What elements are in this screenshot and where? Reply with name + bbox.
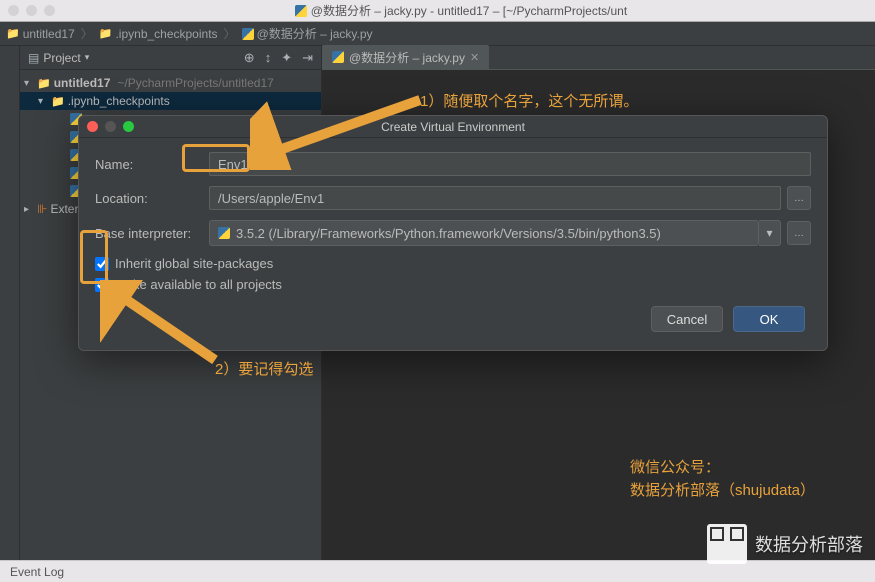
interpreter-label: Base interpreter: [95, 226, 209, 241]
window-title-text: @数据分析 – jacky.py - untitled17 – [~/Pycha… [311, 2, 627, 19]
expand-icon[interactable]: ▾ [38, 96, 48, 107]
zoom-icon[interactable] [44, 5, 55, 16]
name-label: Name: [95, 157, 209, 172]
name-input[interactable] [209, 152, 811, 176]
create-venv-dialog: Create Virtual Environment Name: Locatio… [78, 115, 828, 351]
python-icon [242, 28, 254, 40]
python-icon [295, 5, 307, 17]
brand-watermark: 数据分析部落 [707, 524, 863, 564]
close-icon[interactable] [8, 5, 19, 16]
folder-icon: 📁 [51, 95, 65, 108]
python-icon [332, 51, 344, 63]
hide-icon[interactable]: ⇥ [302, 50, 313, 66]
dropdown-icon[interactable]: ▾ [85, 52, 90, 63]
breadcrumb-file[interactable]: @数据分析 – jacky.py [242, 25, 373, 42]
close-tab-icon[interactable]: ✕ [470, 51, 479, 64]
annotation-wechat: 微信公众号： 数据分析部落（shujudata） [630, 457, 815, 502]
tree-project-root[interactable]: ▾ 📁 untitled17 ~/PycharmProjects/untitle… [20, 74, 321, 92]
expand-icon[interactable]: ▸ [24, 204, 34, 215]
chevron-right-icon: 〉 [224, 25, 236, 42]
python-icon [218, 227, 230, 239]
folder-icon: 📁 [37, 77, 51, 90]
editor-tabs: @数据分析 – jacky.py ✕ [322, 46, 875, 70]
location-label: Location: [95, 191, 209, 206]
scroll-icon[interactable]: ↕ [265, 50, 272, 66]
browse-location-button[interactable]: … [787, 186, 811, 210]
breadcrumb-folder[interactable]: 📁.ipynb_checkpoints [99, 27, 218, 41]
traffic-lights [8, 5, 55, 16]
collapse-icon[interactable]: ⊕ [244, 50, 255, 66]
window-title: @数据分析 – jacky.py - untitled17 – [~/Pycha… [55, 2, 867, 19]
cancel-button[interactable]: Cancel [651, 306, 723, 332]
available-all-checkbox[interactable] [95, 278, 109, 292]
interpreter-dropdown-button[interactable]: ▾ [759, 220, 781, 246]
library-icon: ⊪ [37, 202, 47, 216]
qr-code-icon [707, 524, 747, 564]
tree-checkpoints[interactable]: ▾ 📁 .ipynb_checkpoints [20, 92, 321, 110]
left-gutter [0, 46, 20, 560]
chevron-right-icon: 〉 [81, 25, 93, 42]
tab-label: @数据分析 – jacky.py [349, 49, 465, 66]
expand-icon[interactable]: ▾ [24, 78, 34, 89]
minimize-icon[interactable] [26, 5, 37, 16]
browse-interpreter-button[interactable]: … [787, 221, 811, 245]
project-view-icon[interactable]: ▤ [28, 51, 39, 65]
sidebar-title[interactable]: Project [43, 51, 80, 65]
editor-tab-active[interactable]: @数据分析 – jacky.py ✕ [322, 45, 489, 69]
location-input[interactable] [209, 186, 781, 210]
brand-label: 数据分析部落 [755, 531, 863, 557]
inherit-checkbox[interactable] [95, 257, 109, 271]
dialog-titlebar: Create Virtual Environment [79, 116, 827, 138]
inherit-label: Inherit global site-packages [115, 256, 273, 271]
interpreter-value: 3.5.2 (/Library/Frameworks/Python.framew… [236, 226, 661, 241]
breadcrumb-project[interactable]: 📁untitled17 [6, 27, 75, 41]
breadcrumb: 📁untitled17 〉 📁.ipynb_checkpoints 〉 @数据分… [0, 22, 875, 46]
available-all-label: Make available to all projects [115, 277, 282, 292]
event-log-link[interactable]: Event Log [10, 565, 64, 579]
interpreter-select[interactable]: 3.5.2 (/Library/Frameworks/Python.framew… [209, 220, 759, 246]
window-titlebar: @数据分析 – jacky.py - untitled17 – [~/Pycha… [0, 0, 875, 22]
settings-icon[interactable]: ✦ [281, 50, 292, 66]
dialog-title: Create Virtual Environment [79, 120, 827, 134]
sidebar-header: ▤ Project ▾ ⊕ ↕ ✦ ⇥ [20, 46, 321, 70]
ok-button[interactable]: OK [733, 306, 805, 332]
